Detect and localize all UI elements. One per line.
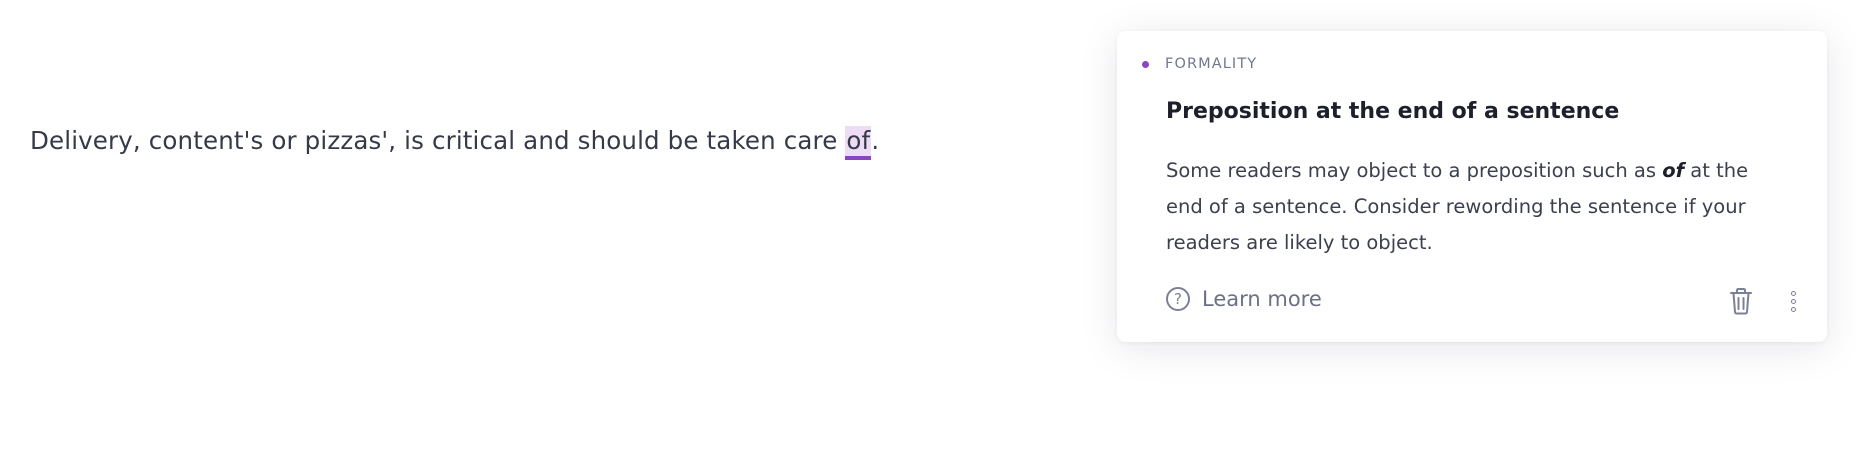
editor-text-after: . — [871, 126, 880, 155]
learn-more-link[interactable]: ? Learn more — [1166, 287, 1322, 311]
more-vertical-icon — [1790, 290, 1796, 296]
description-part-1: Some readers may object to a preposition… — [1166, 159, 1663, 182]
more-vertical-icon-dot — [1790, 298, 1796, 304]
suggestion-title: Preposition at the end of a sentence — [1166, 99, 1620, 124]
category-label: FORMALITY — [1142, 56, 1257, 72]
suggestion-description: Some readers may object to a preposition… — [1166, 153, 1778, 261]
question-circle-icon: ? — [1166, 287, 1190, 311]
dismiss-button[interactable] — [1727, 286, 1755, 316]
document-editor[interactable]: Delivery, content's or pizzas', is criti… — [30, 124, 879, 160]
category-text: FORMALITY — [1165, 56, 1258, 72]
more-options-button[interactable] — [1785, 286, 1801, 316]
trash-icon — [1730, 288, 1752, 315]
learn-more-label: Learn more — [1202, 287, 1322, 311]
description-emphasis: of — [1662, 159, 1685, 182]
more-vertical-icon-dot — [1790, 306, 1796, 312]
editor-text-before: Delivery, content's or pizzas', is criti… — [30, 126, 846, 155]
suggestion-card[interactable]: FORMALITY Preposition at the end of a se… — [1117, 31, 1827, 342]
flagged-word[interactable]: of — [845, 126, 872, 160]
category-dot-icon — [1142, 60, 1149, 68]
